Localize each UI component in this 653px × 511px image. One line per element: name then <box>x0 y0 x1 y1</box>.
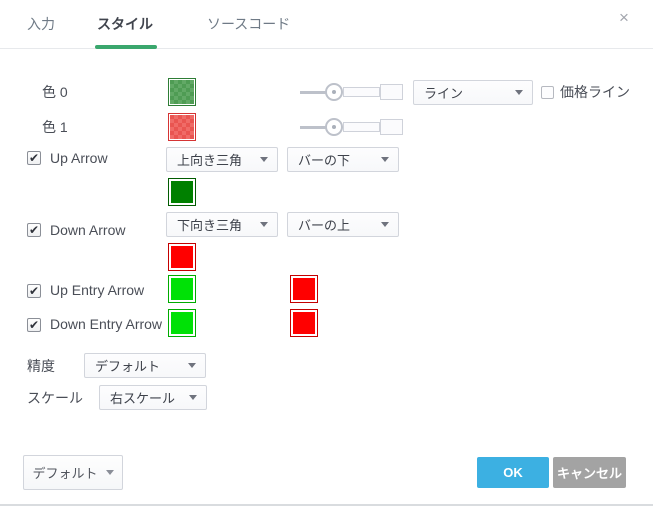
slider-thumb[interactable] <box>325 83 343 101</box>
down-arrow-placement-value: バーの上 <box>298 215 350 234</box>
template-defaults-label: デフォルト <box>32 463 97 482</box>
ok-button[interactable]: OK <box>477 457 549 488</box>
down-entry-arrow-checkbox[interactable]: ✔ <box>27 318 41 332</box>
scale-label: スケール <box>27 390 83 406</box>
checkmark-icon: ✔ <box>29 320 39 330</box>
template-defaults-button[interactable]: デフォルト <box>23 455 123 490</box>
precision-value: デフォルト <box>95 356 160 375</box>
color0-swatch-fill <box>170 80 194 104</box>
caret-down-icon <box>189 395 197 400</box>
cancel-button[interactable]: キャンセル <box>553 457 626 488</box>
down-entry-arrow-color2-swatch[interactable] <box>290 309 318 337</box>
checkmark-icon: ✔ <box>29 225 39 235</box>
plot-type-dropdown[interactable]: ライン <box>413 80 533 105</box>
slider-segment-low <box>343 87 380 97</box>
down-arrow-shape-dropdown[interactable]: 下向き三角 <box>166 212 278 237</box>
tab-source-code[interactable]: ソースコード <box>207 14 290 34</box>
down-arrow-color-swatch[interactable] <box>168 243 196 271</box>
up-entry-arrow-label: Up Entry Arrow <box>50 282 144 298</box>
price-line-checkbox[interactable] <box>541 86 554 99</box>
caret-down-icon <box>381 222 389 227</box>
up-arrow-placement-dropdown[interactable]: バーの下 <box>287 147 399 172</box>
ok-button-label: OK <box>503 465 523 480</box>
up-entry-arrow-color2-fill <box>293 278 315 300</box>
slider-track <box>300 91 326 94</box>
bottom-divider <box>0 504 653 506</box>
precision-label: 精度 <box>27 358 55 374</box>
scale-value: 右スケール <box>110 388 175 407</box>
color1-swatch-fill <box>170 115 194 139</box>
up-entry-arrow-color-fill <box>171 278 193 300</box>
up-arrow-shape-dropdown[interactable]: 上向き三角 <box>166 147 278 172</box>
precision-dropdown[interactable]: デフォルト <box>84 353 206 378</box>
up-arrow-color-fill <box>171 181 193 203</box>
down-entry-arrow-color-swatch[interactable] <box>168 309 196 337</box>
color1-opacity-slider[interactable] <box>300 118 403 136</box>
color1-label: 色 1 <box>42 119 68 135</box>
down-arrow-color-fill <box>171 246 193 268</box>
tab-style[interactable]: スタイル <box>97 14 153 34</box>
caret-down-icon <box>515 90 523 95</box>
down-arrow-checkbox[interactable]: ✔ <box>27 223 41 237</box>
slider-thumb-dot <box>332 125 336 129</box>
up-entry-arrow-checkbox[interactable]: ✔ <box>27 284 41 298</box>
slider-track <box>300 126 326 129</box>
down-entry-arrow-color-fill <box>171 312 193 334</box>
slider-segment-high <box>380 84 403 100</box>
up-arrow-color-swatch[interactable] <box>168 178 196 206</box>
price-line-label: 価格ライン <box>560 84 630 100</box>
caret-down-icon <box>381 157 389 162</box>
plot-type-value: ライン <box>424 83 463 102</box>
up-arrow-shape-value: 上向き三角 <box>177 150 242 169</box>
up-arrow-checkbox[interactable]: ✔ <box>27 151 41 165</box>
caret-down-icon <box>260 157 268 162</box>
scale-dropdown[interactable]: 右スケール <box>99 385 207 410</box>
slider-thumb[interactable] <box>325 118 343 136</box>
slider-segment-low <box>343 122 380 132</box>
down-arrow-placement-dropdown[interactable]: バーの上 <box>287 212 399 237</box>
up-entry-arrow-color2-swatch[interactable] <box>290 275 318 303</box>
down-entry-arrow-color2-fill <box>293 312 315 334</box>
slider-segment-high <box>380 119 403 135</box>
active-tab-underline <box>95 45 157 49</box>
color0-swatch[interactable] <box>168 78 196 106</box>
up-arrow-label: Up Arrow <box>50 150 108 166</box>
checkmark-icon: ✔ <box>29 153 39 163</box>
down-arrow-shape-value: 下向き三角 <box>177 215 242 234</box>
checkmark-icon: ✔ <box>29 286 39 296</box>
caret-down-icon <box>260 222 268 227</box>
cancel-button-label: キャンセル <box>557 463 622 482</box>
caret-down-icon <box>188 363 196 368</box>
color0-opacity-slider[interactable] <box>300 83 403 101</box>
down-entry-arrow-label: Down Entry Arrow <box>50 316 162 332</box>
color1-swatch[interactable] <box>168 113 196 141</box>
caret-down-icon <box>106 470 114 475</box>
down-arrow-label: Down Arrow <box>50 222 125 238</box>
color0-label: 色 0 <box>42 84 68 100</box>
tab-inputs[interactable]: 入力 <box>27 14 55 34</box>
close-icon[interactable]: × <box>619 8 629 28</box>
slider-thumb-dot <box>332 90 336 94</box>
up-arrow-placement-value: バーの下 <box>298 150 350 169</box>
indicator-settings-dialog: 入力 スタイル ソースコード × 色 0 ライン 価格ライン 色 1 ✔ Up … <box>0 0 653 511</box>
up-entry-arrow-color-swatch[interactable] <box>168 275 196 303</box>
